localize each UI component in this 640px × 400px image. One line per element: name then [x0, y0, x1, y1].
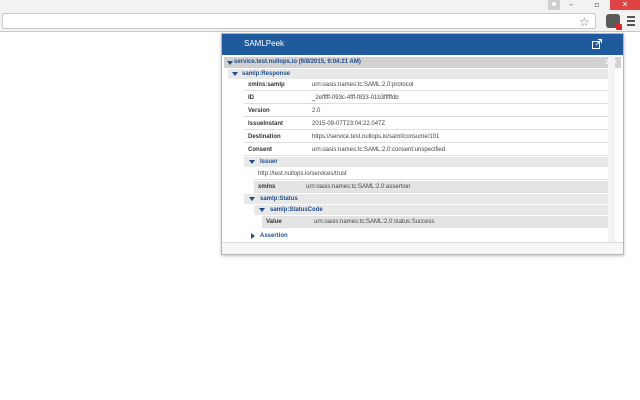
attribute-key: ID	[248, 95, 254, 101]
scrollbar[interactable]	[608, 56, 615, 242]
collapse-arrow-icon[interactable]	[249, 160, 255, 164]
status-code-label: samlp:StatusCode	[270, 207, 323, 213]
status-label: samlp:Status	[260, 196, 298, 202]
attribute-key: Destination	[248, 134, 281, 140]
response-section-header[interactable]: samlp:Response	[228, 69, 608, 79]
attribute-row: ID _2efffff-093c-4fff-f833-01b3fffffdb	[244, 92, 608, 104]
assertion-label: Assertion	[260, 233, 288, 239]
attribute-key: IssueInstant	[248, 121, 284, 127]
issuer-text: http://test.nullops.io/services/trust	[258, 171, 347, 177]
attribute-row: Value urn:oasis:names:tc:SAML:2.0:status…	[262, 216, 608, 228]
attribute-key: xmlns	[258, 184, 276, 190]
close-button[interactable]: ✕	[610, 0, 640, 10]
attribute-value: urn:oasis:names:tc:SAML:2.0:assertion	[306, 184, 411, 190]
menu-icon[interactable]	[627, 14, 635, 28]
collapse-arrow-icon[interactable]	[249, 197, 255, 201]
attribute-row: Consent urn:oasis:names:tc:SAML:2.0:cons…	[244, 144, 608, 156]
star-icon[interactable]: ☆	[579, 14, 590, 30]
samlpeek-popup: SAMLPeek service.test.nullops.io (9/8/20…	[221, 33, 624, 255]
minimize-button[interactable]: –	[558, 0, 584, 10]
status-section-header[interactable]: samlp:Status	[244, 194, 608, 204]
browser-toolbar: ☆	[0, 10, 640, 32]
collapse-arrow-icon[interactable]	[227, 61, 233, 65]
attribute-value: 2015-09-07T23:04:22.047Z	[312, 121, 386, 127]
response-label: samlp:Response	[242, 71, 291, 77]
address-bar[interactable]: ☆	[2, 13, 596, 29]
attribute-row: Version 2.0	[244, 105, 608, 117]
attribute-value: 2.0	[312, 108, 321, 114]
window-controls: – ▫ ✕	[558, 0, 640, 10]
status-code-section-header[interactable]: samlp:StatusCode	[254, 205, 608, 215]
collapse-arrow-icon[interactable]	[232, 72, 238, 76]
title-bar: – ▫ ✕	[0, 0, 640, 10]
issuer-text-row: http://test.nullops.io/services/trust	[254, 168, 608, 180]
attribute-key: Consent	[248, 147, 272, 153]
attribute-key: Value	[266, 219, 282, 225]
attribute-row: Destination https://service.test.nullops…	[244, 131, 608, 143]
popup-footer	[222, 242, 623, 254]
popup-header: SAMLPeek	[222, 34, 623, 55]
attribute-value: urn:oasis:names:tc:SAML:2.0:protocol	[312, 82, 414, 88]
issuer-label: Issuer	[260, 159, 278, 165]
attribute-row: IssueInstant 2015-09-07T23:04:22.047Z	[244, 118, 608, 130]
attribute-row: xmlns urn:oasis:names:tc:SAML:2.0:assert…	[254, 181, 608, 193]
maximize-button[interactable]: ▫	[584, 0, 610, 10]
attribute-row: xmlns:samlp urn:oasis:names:tc:SAML:2.0:…	[244, 79, 608, 91]
issuer-section-header[interactable]: Issuer	[244, 157, 608, 167]
attribute-value: urn:oasis:names:tc:SAML:2.0:status:Succe…	[314, 219, 435, 225]
popout-icon[interactable]	[592, 39, 602, 49]
assertion-section-header[interactable]: Assertion	[244, 231, 608, 241]
expand-arrow-icon[interactable]	[251, 233, 255, 239]
collapse-arrow-icon[interactable]	[259, 208, 265, 212]
attribute-value: https://service.test.nullops.io/saml/con…	[312, 134, 440, 140]
attribute-value: _2efffff-093c-4fff-f833-01b3fffffdb	[312, 95, 399, 101]
samlpeek-extension-icon[interactable]	[606, 14, 622, 30]
request-header[interactable]: service.test.nullops.io (9/8/2015, 9:04:…	[224, 57, 621, 68]
browser-window: – ▫ ✕ ☆ SAMLPeek service.test.nullops.io…	[0, 0, 640, 400]
attribute-value: urn:oasis:names:tc:SAML:2.0:consent:unsp…	[312, 147, 446, 153]
request-label: service.test.nullops.io (9/8/2015, 9:04:…	[234, 59, 361, 65]
saml-tree: service.test.nullops.io (9/8/2015, 9:04:…	[224, 56, 621, 242]
attribute-key: Version	[248, 108, 270, 114]
attribute-key: xmlns:samlp	[248, 82, 285, 88]
popup-title: SAMLPeek	[244, 39, 285, 48]
